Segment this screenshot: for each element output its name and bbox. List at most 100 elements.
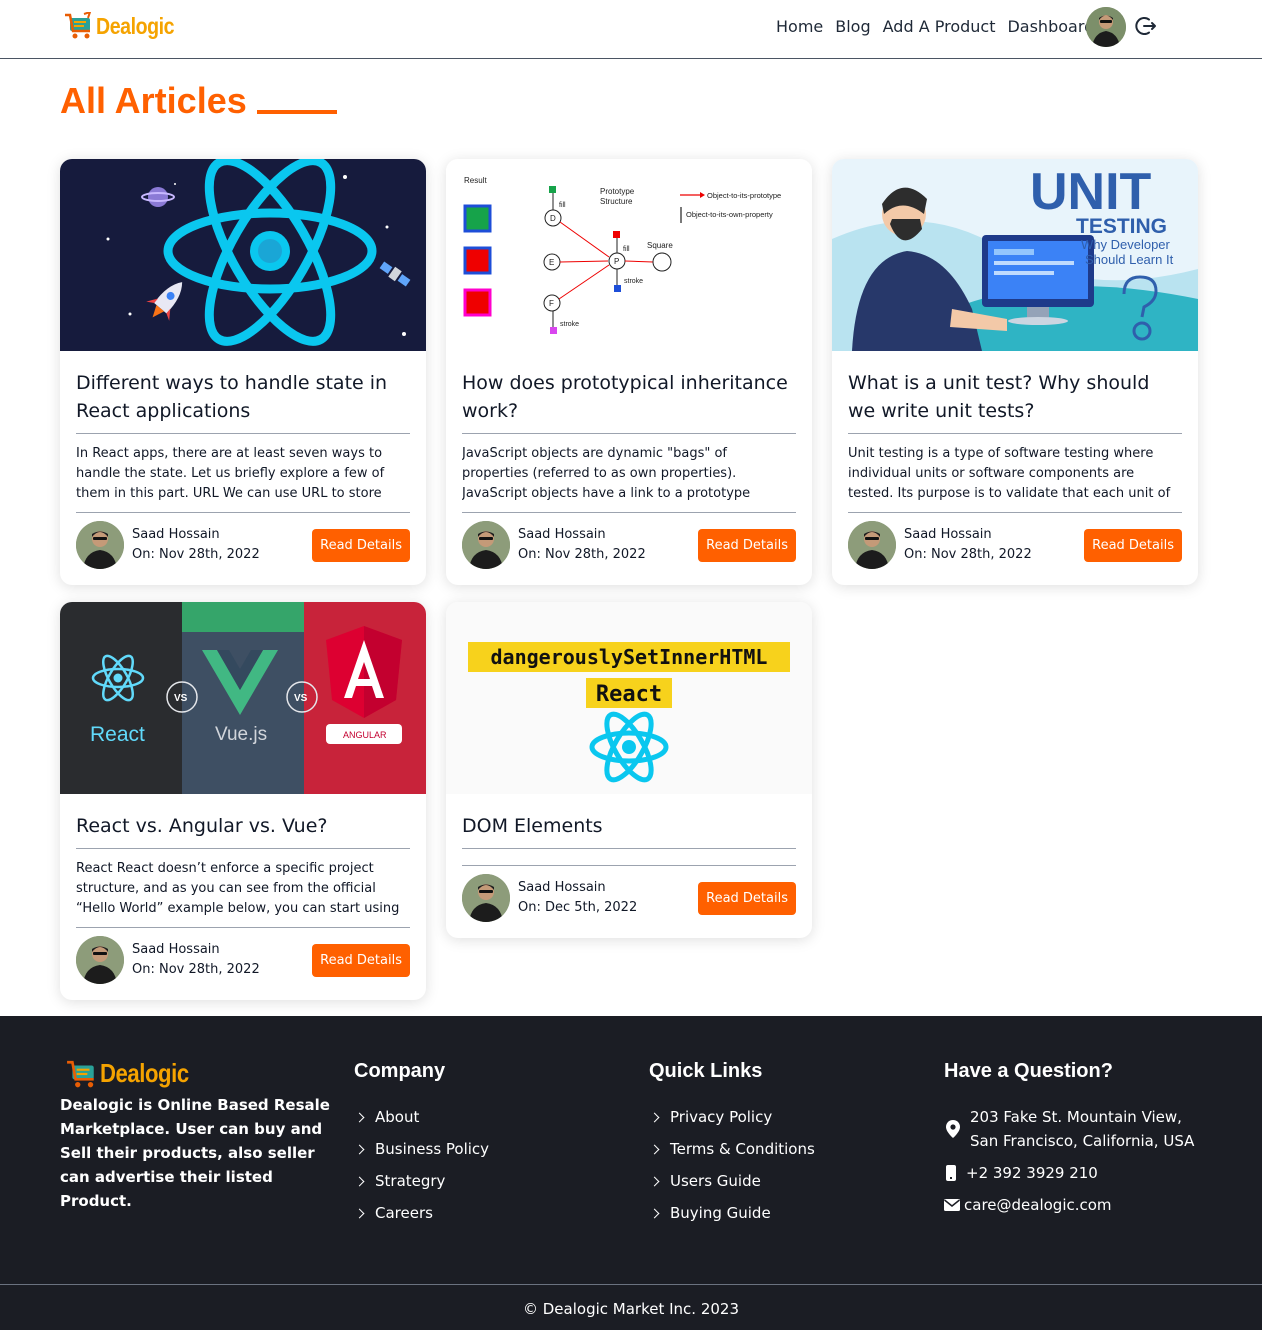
footer-link-strategry[interactable]: Strategry [354,1165,489,1197]
footer-link-label: Business Policy [375,1140,490,1158]
article-date: On: Nov 28th, 2022 [132,962,260,977]
divider [462,433,796,434]
testing-label: TESTING [1076,215,1167,238]
article-date: On: Dec 5th, 2022 [518,900,638,915]
footer-link-privacy-policy[interactable]: Privacy Policy [649,1101,815,1133]
author-block: Saad Hossain On: Nov 28th, 2022 [462,521,646,569]
article-title[interactable]: React vs. Angular vs. Vue? [76,812,410,840]
divider [462,848,796,849]
footer-link-about[interactable]: About [354,1101,489,1133]
vue-label: Vue.js [215,724,267,745]
footer-logo[interactable]: Dealogic [66,1058,330,1089]
article-image-dangerously-set-inner-html: dangerouslySetInnerHTML React [446,602,812,794]
nav-dashboard[interactable]: Dashboard [1007,15,1094,39]
read-details-button[interactable]: Read Details [1084,528,1182,562]
contact-heading: Have a Question? [944,1060,1113,1082]
chevron-right-icon [354,1112,365,1122]
footer-link-buying-guide[interactable]: Buying Guide [649,1197,815,1229]
author-block: Saad Hossain On: Nov 28th, 2022 [76,521,260,569]
should-learn-label: Should Learn It [1085,252,1174,267]
nav-links: Home Blog Add A Product Dashboard [776,15,1094,39]
article-excerpt: Unit testing is a type of software testi… [848,446,1171,501]
diagram-stroke-label-f: stroke [560,321,579,328]
author-name: Saad Hossain [132,942,220,957]
author-block: Saad Hossain On: Nov 28th, 2022 [76,936,260,984]
logout-icon[interactable] [1134,14,1158,38]
page-title: All Articles [60,80,337,122]
brand-name: Dealogic [96,12,175,39]
article-date: On: Nov 28th, 2022 [904,547,1032,562]
diagram-square-label: Square [647,241,673,250]
contact-address: 203 Fake St. Mountain View, San Francisc… [944,1105,1214,1153]
contact-email-text: care@dealogic.com [964,1196,1112,1214]
read-details-button[interactable]: Read Details [312,943,410,977]
contact-phone-text: +2 392 3929 210 [966,1164,1098,1182]
vs-label-1: VS [174,693,188,704]
article-card: Different ways to handle state in React … [60,159,426,585]
phone-icon [946,1165,956,1181]
company-heading: Company [354,1060,446,1082]
chevron-right-icon [649,1112,660,1122]
angular-label: ANGULAR [343,730,387,740]
chevron-right-icon [649,1176,660,1186]
footer-link-label: Buying Guide [670,1204,771,1222]
article-title[interactable]: What is a unit test? Why should we write… [848,369,1182,425]
footer-quick-links-column: Quick Links Privacy Policy Terms & Condi… [649,1060,815,1229]
read-details-button[interactable]: Read Details [312,528,410,562]
footer-link-label: Privacy Policy [670,1108,773,1126]
chevron-right-icon [354,1208,365,1218]
author-block: Saad Hossain On: Nov 28th, 2022 [848,521,1032,569]
contact-email[interactable]: care@dealogic.com [944,1193,1214,1217]
footer-about-text: Dealogic is Online Based Resale Marketpl… [60,1096,330,1210]
user-avatar[interactable] [1086,7,1126,47]
read-details-button[interactable]: Read Details [698,881,796,915]
footer-link-business-policy[interactable]: Business Policy [354,1133,489,1165]
article-card: UNIT TESTING Why Developer Should Learn … [832,159,1198,585]
author-name: Saad Hossain [132,527,220,542]
contact-phone[interactable]: +2 392 3929 210 [944,1161,1214,1185]
footer-link-label: Users Guide [670,1172,761,1190]
article-date: On: Nov 28th, 2022 [518,547,646,562]
nav-add-product[interactable]: Add A Product [883,15,996,39]
divider [76,433,410,434]
article-excerpt: React React doesn’t enforce a specific p… [76,861,400,916]
article-title[interactable]: DOM Elements [462,812,796,840]
footer-brand-name: Dealogic [100,1058,189,1088]
article-image-prototype: Result Prototype Structure Object-to-its… [446,159,812,351]
envelope-icon [944,1199,960,1211]
nav-home[interactable]: Home [776,15,823,39]
divider [76,848,410,849]
footer-link-users-guide[interactable]: Users Guide [649,1165,815,1197]
article-title[interactable]: How does prototypical inheritance work? [462,369,796,425]
footer-about-column: Dealogic Dealogic is Online Based Resale… [60,1058,330,1213]
chevron-right-icon [649,1144,660,1154]
diagram-structure-label: Structure [600,197,633,206]
vs-label-2: VS [294,693,308,704]
diagram-node-e: E [549,258,554,267]
why-developer-label: Why Developer [1081,237,1171,252]
footer-link-label: Terms & Conditions [670,1140,815,1158]
footer-link-label: Strategry [375,1172,446,1190]
author-name: Saad Hossain [904,527,992,542]
diagram-fill-label-d: fill [559,202,566,209]
footer-link-careers[interactable]: Careers [354,1197,489,1229]
footer-company-column: Company About Business Policy Strategry … [354,1060,489,1229]
copyright: © Dealogic Market Inc. 2023 [522,1300,739,1318]
navbar: Dealogic Home Blog Add A Product Dashboa… [0,0,1262,59]
divider [848,433,1182,434]
diagram-result-label: Result [464,176,487,185]
read-details-button[interactable]: Read Details [698,528,796,562]
quick-links-heading: Quick Links [649,1060,763,1082]
article-date: On: Nov 28th, 2022 [132,547,260,562]
cart-logo-icon [65,12,92,39]
footer-link-terms[interactable]: Terms & Conditions [649,1133,815,1165]
brand-logo[interactable]: Dealogic [64,12,188,40]
contact-address-text: 203 Fake St. Mountain View, San Francisc… [970,1108,1195,1150]
author-avatar [76,936,124,984]
diagram-node-f: F [549,299,554,308]
diagram-node-d: D [550,214,556,223]
react-banner-label: React [596,682,662,707]
nav-blog[interactable]: Blog [835,15,870,39]
author-name: Saad Hossain [518,527,606,542]
article-title[interactable]: Different ways to handle state in React … [76,369,410,425]
